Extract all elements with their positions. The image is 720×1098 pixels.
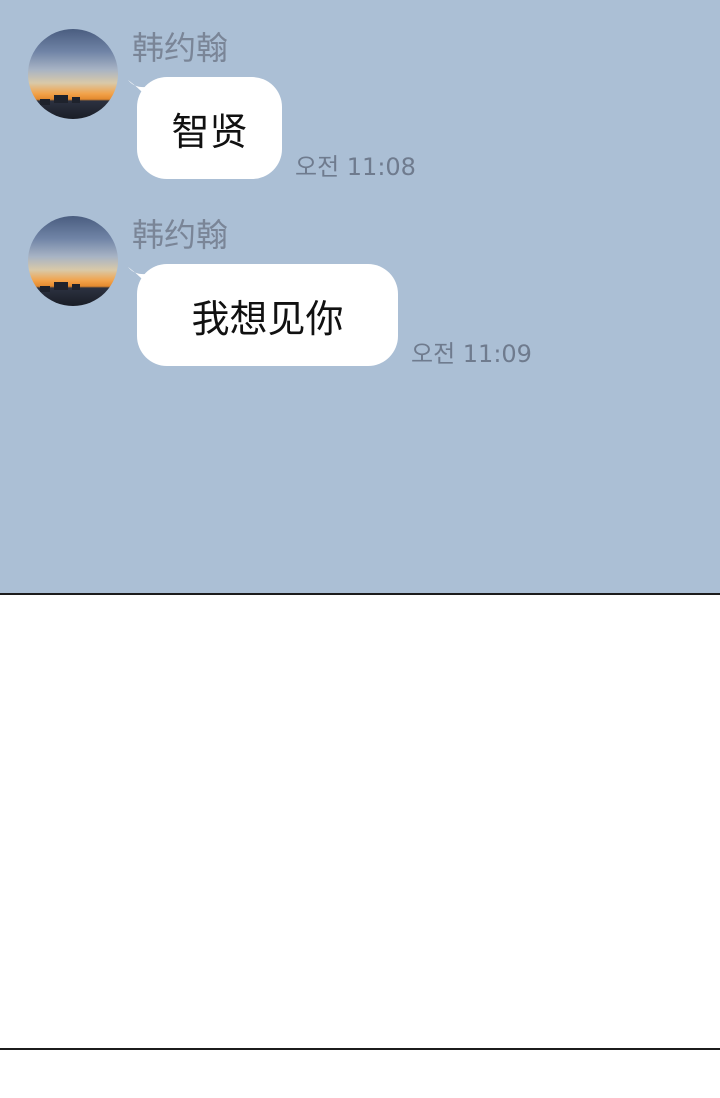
panel-divider-top — [0, 593, 720, 595]
message-bubble[interactable]: 智贤 — [137, 77, 282, 179]
sender-name: 韩约翰 — [132, 29, 229, 67]
panel-divider-bottom — [0, 1048, 720, 1050]
message-bubble[interactable]: 我想见你 — [137, 264, 398, 366]
sender-name: 韩约翰 — [132, 216, 229, 254]
message-timestamp: 오전 11:09 — [411, 340, 532, 368]
message-timestamp: 오전 11:08 — [295, 153, 416, 181]
message-text: 我想见你 — [191, 296, 344, 341]
chat-panel: 韩约翰 智贤 오전 11:08 韩约翰 我想见你 오전 11:09 — [0, 0, 720, 593]
sender-avatar[interactable] — [28, 216, 118, 306]
sender-avatar[interactable] — [28, 29, 118, 119]
message-text: 智贤 — [171, 109, 248, 154]
